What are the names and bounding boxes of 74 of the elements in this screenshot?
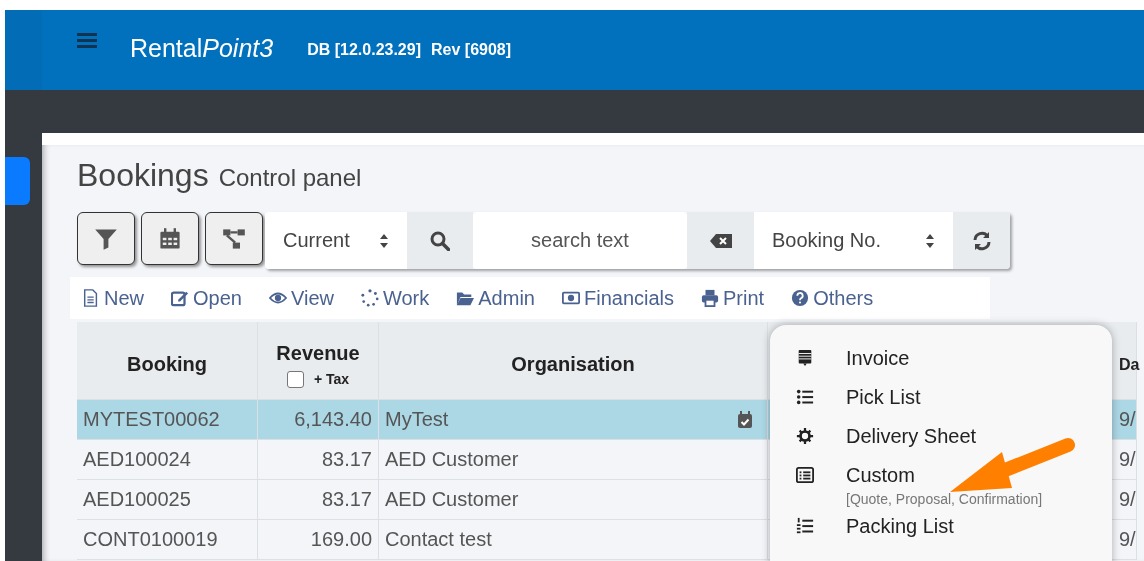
- status-select[interactable]: Current: [265, 212, 407, 269]
- menu-item-label: Invoice: [846, 347, 910, 370]
- table-cell: MYTEST00062: [77, 400, 258, 440]
- question-icon: [791, 289, 810, 307]
- column-header: Revenue: [276, 341, 360, 365]
- database-version: DB [12.0.23.29]: [307, 41, 421, 59]
- search-icon: [430, 230, 450, 251]
- sort-caret-icon: [379, 232, 389, 249]
- edit-icon: [171, 289, 189, 307]
- list-icon: [796, 388, 814, 406]
- printer-icon: [701, 289, 719, 307]
- search-button[interactable]: [407, 212, 473, 269]
- page-title: Bookings: [77, 157, 209, 194]
- column-header: Booking: [77, 322, 258, 400]
- menu-item[interactable]: Custom [Quote, Proposal, Confirmation]: [770, 464, 1112, 507]
- spinner-icon: [360, 289, 379, 307]
- table-cell: MyTest: [385, 408, 449, 431]
- table-cell: 83.17: [258, 480, 379, 520]
- table-cell: CONT0100019: [77, 520, 258, 560]
- sort-select[interactable]: Booking No.: [754, 212, 953, 269]
- filter-icon: [94, 226, 118, 251]
- menu-item[interactable]: Packing List: [770, 515, 1112, 538]
- table-cell: 9/: [1113, 400, 1137, 440]
- search-field[interactable]: search text: [473, 212, 687, 269]
- hierarchy-button[interactable]: [205, 212, 263, 265]
- action-button[interactable]: Admin: [438, 286, 535, 310]
- action-button[interactable]: Work: [342, 286, 430, 310]
- table-cell: AED Customer: [385, 448, 519, 471]
- action-button[interactable]: View: [250, 286, 334, 310]
- menu-item-label: Packing List: [846, 515, 954, 538]
- gear-icon: [796, 427, 814, 445]
- action-button[interactable]: New: [70, 286, 144, 310]
- refresh-button[interactable]: [953, 212, 1010, 269]
- page-subtitle: Control panel: [218, 164, 362, 192]
- calendar-icon: [158, 226, 182, 251]
- table-cell: 83.17: [258, 440, 379, 480]
- document-icon: [82, 289, 100, 307]
- numbered-list-icon: [796, 517, 814, 535]
- action-button[interactable]: Others: [773, 286, 874, 310]
- table-cell: 9/: [1113, 520, 1137, 560]
- app-logo: RentalPoint3: [130, 34, 274, 63]
- menu-item-label: Delivery Sheet: [846, 425, 977, 448]
- menu-item[interactable]: Pick List: [770, 386, 1112, 409]
- revision-number: Rev [6908]: [431, 41, 512, 59]
- action-button[interactable]: Print: [683, 286, 765, 310]
- action-button[interactable]: Financials: [543, 286, 674, 310]
- sort-caret-icon: [925, 232, 935, 249]
- table-cell: 9/: [1113, 480, 1137, 520]
- table-cell: AED100024: [77, 440, 258, 480]
- table-cell: 169.00: [258, 520, 379, 560]
- table-cell: AED100025: [77, 480, 258, 520]
- column-header: Organisation: [379, 322, 768, 400]
- tax-label: + Tax: [313, 371, 350, 387]
- backspace-icon: [708, 232, 733, 249]
- action-button[interactable]: Open: [153, 286, 242, 310]
- menu-item-label: Custom: [846, 464, 916, 487]
- menu-item-note: [Quote, Proposal, Confirmation]: [846, 491, 1043, 507]
- menu-item[interactable]: Invoice: [770, 347, 1112, 370]
- filter-button[interactable]: [77, 212, 135, 265]
- table-cell: AED Customer: [385, 488, 519, 511]
- tax-checkbox[interactable]: [286, 370, 304, 388]
- refresh-icon: [971, 230, 992, 251]
- calendar-button[interactable]: [141, 212, 199, 265]
- menu-item[interactable]: Delivery Sheet: [770, 425, 1112, 448]
- menu-button[interactable]: [77, 33, 97, 49]
- clear-button[interactable]: [687, 212, 754, 269]
- money-icon: [561, 289, 580, 307]
- form-icon: [796, 466, 814, 484]
- table-cell: 6,143.40: [258, 400, 379, 440]
- menu-item-label: Pick List: [846, 386, 921, 409]
- table-cell: 9/: [1113, 440, 1137, 480]
- table-cell: Contact test: [385, 528, 492, 551]
- receipt-icon: [796, 349, 814, 367]
- hierarchy-icon: [222, 226, 246, 251]
